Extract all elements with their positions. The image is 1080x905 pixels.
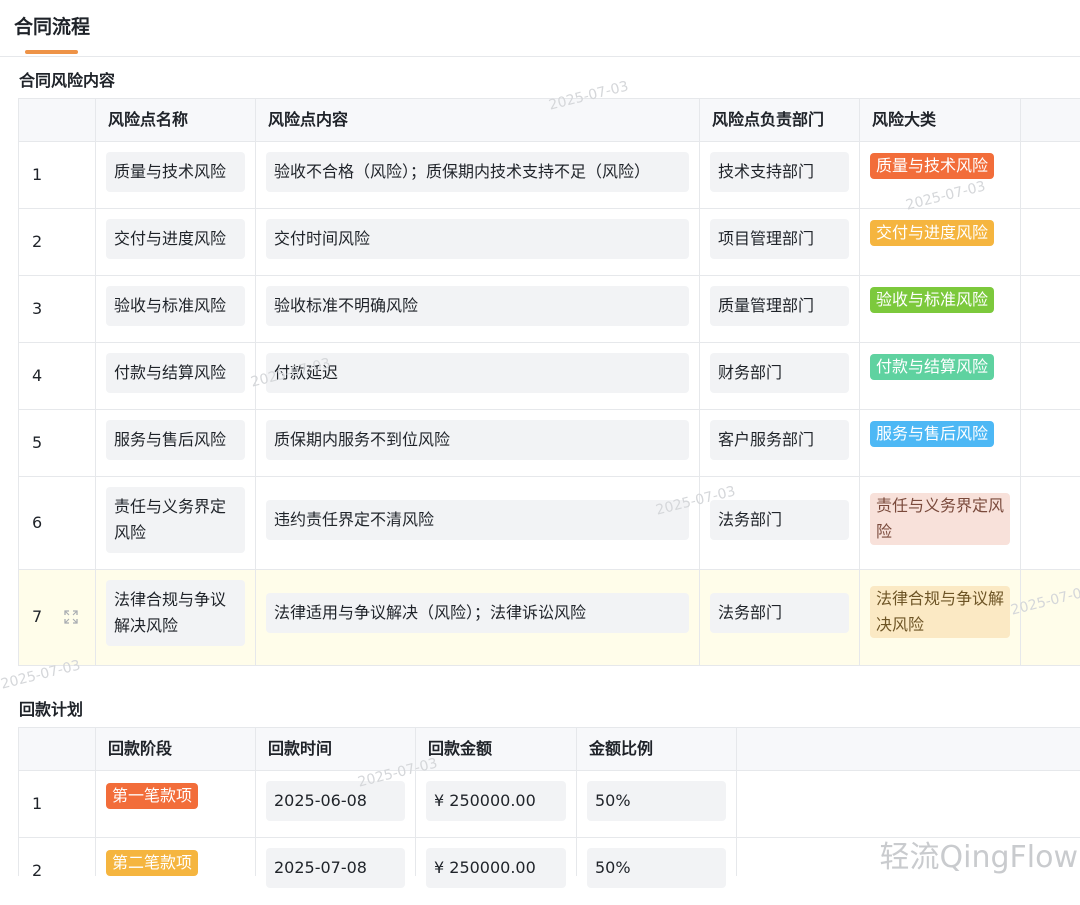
risk-content-field[interactable]: 违约责任界定不清风险 [266, 500, 689, 540]
column-divider [95, 99, 96, 665]
risk-name-field[interactable]: 验收与标准风险 [106, 286, 245, 326]
column-divider [699, 99, 700, 665]
brand-watermark: 轻流QingFlow [879, 840, 1079, 875]
row-index: 2 [32, 861, 43, 880]
active-tab-indicator [25, 50, 78, 54]
risk-department-field[interactable]: 法务部门 [710, 593, 849, 633]
risk-department-field[interactable]: 客户服务部门 [710, 420, 849, 460]
payment-amount-field[interactable]: ¥ 250000.00 [426, 848, 566, 888]
row-index: 1 [32, 794, 43, 813]
table-row[interactable]: 7 法律合规与争议解决风险 法律适用与争议解决（风险）；法律诉讼风险 法务部门 … [18, 570, 1080, 665]
risk-content-field[interactable]: 验收不合格（风险）；质保期内技术支持不足（风险） [266, 152, 689, 192]
tab-contract-process[interactable]: 合同流程 [14, 12, 90, 39]
amount-ratio-field[interactable]: 50% [587, 848, 726, 888]
table-row[interactable]: 2 交付与进度风险 交付时间风险 项目管理部门 交付与进度风险 [18, 209, 1080, 276]
risk-department-field[interactable]: 技术支持部门 [710, 152, 849, 192]
risk-category-tag: 付款与结算风险 [870, 354, 995, 380]
row-index: 1 [32, 165, 43, 184]
row-index: 3 [32, 299, 43, 318]
col-header-payment-stage: 回款阶段 [108, 739, 173, 758]
risk-table: 风险点名称 风险点内容 风险点负责部门 风险大类 1 质量与技术风险 验收不合格… [18, 98, 1080, 666]
column-divider [1020, 99, 1021, 665]
row-index: 5 [32, 433, 43, 452]
col-header-risk-category: 风险大类 [872, 110, 937, 129]
risk-category-tag: 服务与售后风险 [870, 421, 995, 447]
risk-name-field[interactable]: 质量与技术风险 [106, 152, 245, 192]
col-header-risk-content: 风险点内容 [268, 110, 349, 129]
col-header-risk-department: 风险点负责部门 [712, 110, 825, 129]
payment-amount-field[interactable]: ¥ 250000.00 [426, 781, 566, 821]
risk-department-field[interactable]: 质量管理部门 [710, 286, 849, 326]
risk-category-tag: 责任与义务界定风险 [870, 493, 1010, 545]
page-header: 合同流程 [0, 0, 1080, 57]
amount-ratio-field[interactable]: 50% [587, 781, 726, 821]
row-index: 6 [32, 513, 43, 532]
expand-icon[interactable] [64, 610, 78, 624]
table-row[interactable]: 4 付款与结算风险 付款延迟 财务部门 付款与结算风险 [18, 343, 1080, 410]
column-divider [18, 99, 19, 665]
col-header-payment-amount: 回款金额 [428, 739, 493, 758]
risk-name-field[interactable]: 法律合规与争议解决风险 [106, 580, 245, 646]
payment-date-field[interactable]: 2025-06-08 [266, 781, 405, 821]
column-divider [736, 728, 737, 876]
risk-name-field[interactable]: 交付与进度风险 [106, 219, 245, 259]
risk-content-field[interactable]: 付款延迟 [266, 353, 689, 393]
risk-name-field[interactable]: 付款与结算风险 [106, 353, 245, 393]
risk-category-tag: 法律合规与争议解决风险 [870, 586, 1010, 638]
risk-name-field[interactable]: 责任与义务界定风险 [106, 487, 245, 553]
column-divider [18, 728, 19, 876]
risk-category-tag: 交付与进度风险 [870, 220, 995, 246]
column-divider [576, 728, 577, 876]
row-index: 4 [32, 366, 43, 385]
payment-date-field[interactable]: 2025-07-08 [266, 848, 405, 888]
risk-content-field[interactable]: 验收标准不明确风险 [266, 286, 689, 326]
risk-section-title: 合同风险内容 [19, 71, 116, 90]
col-header-risk-name: 风险点名称 [108, 110, 189, 129]
payment-stage-tag: 第一笔款项 [106, 783, 199, 809]
col-header-payment-date: 回款时间 [268, 739, 333, 758]
payment-table-header: 回款阶段 回款时间 回款金额 金额比例 [18, 728, 1080, 771]
table-row[interactable]: 3 验收与标准风险 验收标准不明确风险 质量管理部门 验收与标准风险 [18, 276, 1080, 343]
risk-category-tag: 质量与技术风险 [870, 153, 995, 179]
table-row[interactable]: 5 服务与售后风险 质保期内服务不到位风险 客户服务部门 服务与售后风险 [18, 410, 1080, 477]
payment-section-title: 回款计划 [19, 700, 84, 719]
column-divider [255, 728, 256, 876]
row-index: 7 [32, 607, 43, 626]
risk-name-field[interactable]: 服务与售后风险 [106, 420, 245, 460]
risk-department-field[interactable]: 项目管理部门 [710, 219, 849, 259]
column-divider [859, 99, 860, 665]
column-divider [415, 728, 416, 876]
column-divider [95, 728, 96, 876]
risk-department-field[interactable]: 法务部门 [710, 500, 849, 540]
col-header-amount-ratio: 金额比例 [589, 739, 654, 758]
row-index: 2 [32, 232, 43, 251]
risk-content-field[interactable]: 质保期内服务不到位风险 [266, 420, 689, 460]
risk-content-field[interactable]: 交付时间风险 [266, 219, 689, 259]
risk-department-field[interactable]: 财务部门 [710, 353, 849, 393]
risk-table-header: 风险点名称 风险点内容 风险点负责部门 风险大类 [18, 99, 1080, 142]
table-row[interactable]: 1 质量与技术风险 验收不合格（风险）；质保期内技术支持不足（风险） 技术支持部… [18, 142, 1080, 209]
column-divider [255, 99, 256, 665]
risk-content-field[interactable]: 法律适用与争议解决（风险）；法律诉讼风险 [266, 593, 689, 633]
table-row[interactable]: 1 第一笔款项 2025-06-08 ¥ 250000.00 50% [18, 771, 1080, 838]
risk-category-tag: 验收与标准风险 [870, 287, 995, 313]
table-row[interactable]: 6 责任与义务界定风险 违约责任界定不清风险 法务部门 责任与义务界定风险 [18, 477, 1080, 570]
payment-stage-tag: 第二笔款项 [106, 850, 199, 876]
